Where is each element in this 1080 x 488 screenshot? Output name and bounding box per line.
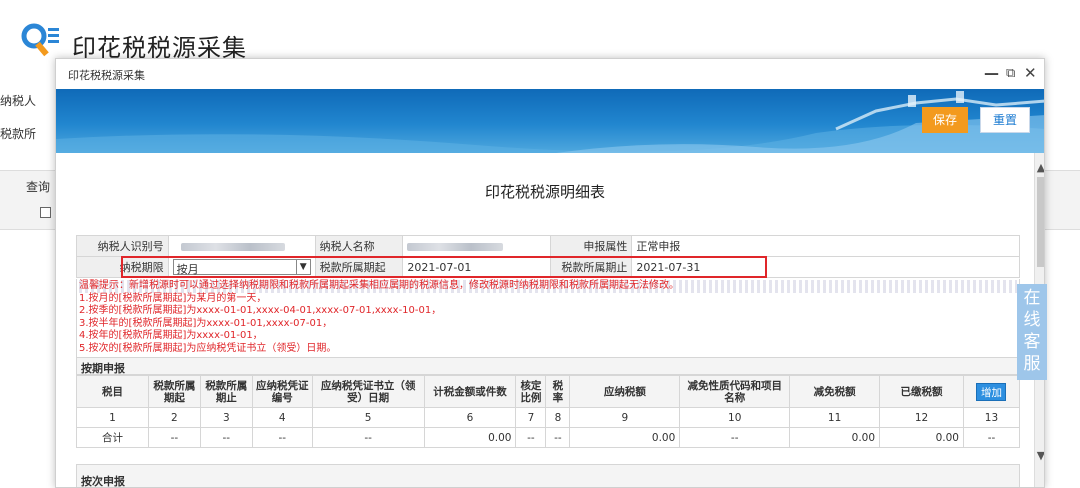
tip-line: 4.按年的[税款所属期起]为xxxx-01-01， [79, 330, 263, 341]
cell: 0.00 [789, 427, 881, 448]
cell: 11 [789, 407, 881, 428]
cell: 2 [147, 407, 201, 428]
scroll-thumb[interactable] [1037, 177, 1044, 267]
cell: 5 [311, 407, 425, 428]
col-header: 核定比例 [515, 375, 547, 408]
query-label: 查询 [26, 180, 51, 194]
restore-icon[interactable]: ⧉ [1006, 66, 1015, 81]
tip-line: 3.按半年的[税款所属期起]为xxxx-01-01,xxxx-07-01， [79, 317, 333, 329]
period-start-label: 税款所属期起 [314, 256, 404, 278]
period-type-value: 按月 [176, 263, 199, 276]
col-header: 税率 [545, 375, 571, 408]
close-icon[interactable]: ✕ [1024, 64, 1037, 82]
cell: 0.00 [879, 427, 964, 448]
col-header: 应纳税凭证编号 [251, 375, 313, 408]
cell: 合计 [76, 427, 149, 448]
total-row: 合计 -- -- -- -- 0.00 -- -- 0.00 -- 0.00 0… [76, 427, 1021, 448]
blurred-taxpayer-id [180, 242, 285, 251]
cell: -- [962, 427, 1021, 448]
period-label: 税款所 [0, 127, 37, 141]
period-type-cell: 按月 ▼ [167, 256, 316, 278]
col-header: 应纳税额 [569, 375, 681, 408]
cell: 1 [76, 407, 149, 428]
tip-line: 温馨提示：新增税源时可以通过选择纳税期限和税款所属期起采集相应属期的税源信息，修… [79, 280, 1017, 293]
col-header: 减免性质代码和项目名称 [679, 375, 791, 408]
col-header: 税款所属期起 [147, 375, 201, 408]
table-row: 1 2 3 4 5 6 7 8 9 10 11 12 13 [76, 407, 1021, 428]
cell: -- [545, 427, 571, 448]
taxpayer-name-value [402, 235, 551, 257]
period-type-label: 纳税期限 [76, 256, 169, 278]
cell: 10 [679, 407, 791, 428]
cell: 3 [199, 407, 253, 428]
cell: 12 [879, 407, 964, 428]
col-header: 已缴税额 [879, 375, 964, 408]
cell: -- [147, 427, 201, 448]
cell: 13 [962, 407, 1021, 428]
search-list-icon [21, 23, 59, 57]
cell: 6 [423, 407, 517, 428]
section-per-instance: 按次申报 [76, 464, 1020, 487]
taxpayer-info-table: 纳税人识别号 纳税人名称 申报属性 正常申报 纳税期限 按月 ▼ 税款所属期起 … [76, 235, 1020, 278]
cell: 0.00 [423, 427, 517, 448]
period-start-value[interactable]: 2021-07-01 [402, 256, 551, 278]
taxpayer-id-value [167, 235, 316, 257]
add-cell: 增加 [962, 375, 1021, 408]
online-service-button[interactable]: 在线客服 [1017, 284, 1047, 380]
dialog-banner: 保存 重置 [56, 89, 1044, 153]
taxpayer-label: 纳税人 [0, 94, 37, 108]
tips-box: 温馨提示：新增税源时可以通过选择纳税期限和税款所属期起采集相应属期的税源信息，修… [76, 279, 1020, 357]
cell: 0.00 [569, 427, 681, 448]
dialog-titlebar: 印花税税源采集 — ⧉ ✕ [56, 59, 1044, 89]
col-header: 减免税额 [789, 375, 881, 408]
cell: 4 [251, 407, 313, 428]
scroll-down-icon[interactable]: ▼ [1035, 449, 1044, 462]
dialog-content: 印花税税源明细表 纳税人识别号 纳税人名称 申报属性 正常申报 纳税期限 按月 … [56, 153, 1034, 487]
tip-line: 5.按次的[税款所属期起]为应纳税凭证书立（领受）日期。 [79, 342, 337, 354]
dialog-title: 印花税税源采集 [68, 69, 145, 82]
cell: -- [679, 427, 791, 448]
cell: -- [251, 427, 313, 448]
cell: -- [515, 427, 547, 448]
period-end-value[interactable]: 2021-07-31 [631, 256, 1020, 278]
reset-button[interactable]: 重置 [980, 107, 1030, 133]
taxpayer-id-label: 纳税人识别号 [76, 235, 169, 257]
tip-line: 1.按月的[税款所属期起]为某月的第一天， [79, 292, 267, 304]
query-bar-right [1040, 170, 1080, 230]
cell: 8 [545, 407, 571, 428]
online-service-label: 在线客服 [1023, 288, 1041, 374]
tax-source-dialog: 印花税税源采集 — ⧉ ✕ 保存 重置 印花税税源明细表 纳税人识别号 纳税人名… [55, 58, 1045, 488]
cell: 7 [515, 407, 547, 428]
select-all-checkbox[interactable] [40, 207, 51, 218]
scroll-up-icon[interactable]: ▲ [1035, 161, 1044, 174]
great-wall-illustration [56, 91, 1044, 153]
cell: 9 [569, 407, 681, 428]
col-header: 应纳税凭证书立（领受）日期 [311, 375, 425, 408]
col-header: 税款所属期止 [199, 375, 253, 408]
chevron-down-icon[interactable]: ▼ [295, 260, 310, 274]
cell: -- [311, 427, 425, 448]
section-periodic: 按期申报 [76, 357, 1020, 375]
save-button[interactable]: 保存 [922, 107, 968, 133]
period-end-label: 税款所属期止 [549, 256, 633, 278]
add-button[interactable]: 增加 [976, 382, 1007, 401]
page-header: 印花税税源采集 [0, 0, 1080, 62]
document-title: 印花税税源明细表 [484, 183, 605, 201]
declare-attr-label: 申报属性 [549, 235, 633, 257]
periodic-table: 税目 税款所属期起 税款所属期止 应纳税凭证编号 应纳税凭证书立（领受）日期 计… [76, 375, 1021, 448]
cell: -- [199, 427, 253, 448]
table-header-row: 税目 税款所属期起 税款所属期止 应纳税凭证编号 应纳税凭证书立（领受）日期 计… [76, 375, 1021, 408]
blurred-taxpayer-name [407, 242, 504, 251]
declare-attr-value: 正常申报 [631, 235, 1020, 257]
minimize-icon[interactable]: — [984, 64, 999, 82]
taxpayer-name-label: 纳税人名称 [314, 235, 404, 257]
period-type-select[interactable]: 按月 ▼ [172, 259, 311, 276]
tip-line: 2.按季的[税款所属期起]为xxxx-01-01,xxxx-04-01,xxxx… [79, 305, 442, 316]
col-header: 计税金额或件数 [423, 375, 517, 408]
col-header: 税目 [76, 375, 149, 408]
